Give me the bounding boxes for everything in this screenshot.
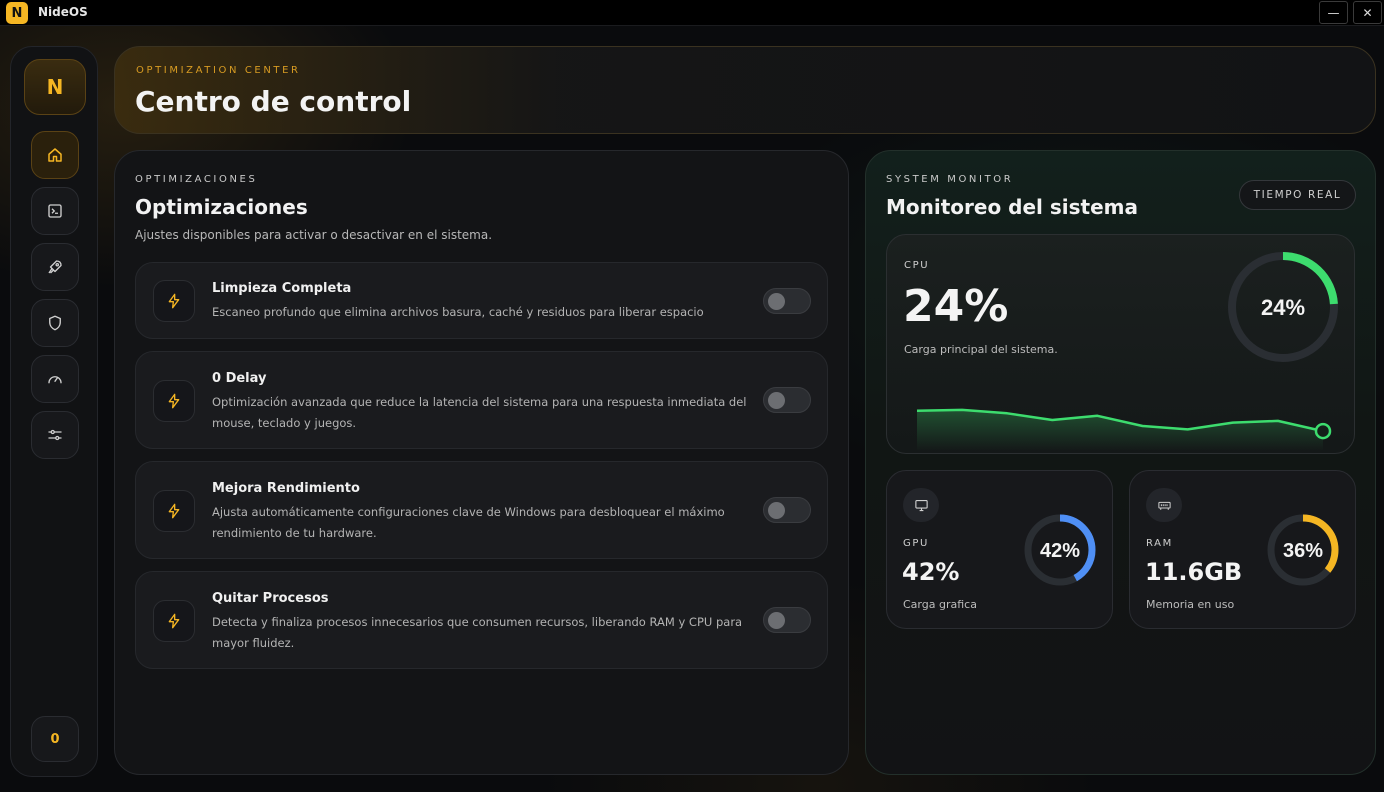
sparkline-current-point xyxy=(1314,422,1332,440)
ram-card: RAM 11.6GB Memoria en uso 36% xyxy=(1129,470,1356,629)
page-title: Centro de control xyxy=(135,85,412,118)
lightning-icon xyxy=(153,280,195,322)
gpu-value: 42% xyxy=(902,558,960,586)
system-monitor-panel: SYSTEM MONITOR Monitoreo del sistema TIE… xyxy=(865,150,1376,775)
sidebar-item-security[interactable] xyxy=(31,299,79,347)
cpu-ring-label: 24% xyxy=(1261,295,1305,320)
cpu-history-sparkline xyxy=(916,408,1332,451)
optimization-card-cleanup: Limpieza Completa Escaneo profundo que e… xyxy=(135,262,828,339)
optimization-card-performance: Mejora Rendimiento Ajusta automáticament… xyxy=(135,461,828,559)
app-logo: N xyxy=(6,2,28,24)
cpu-ring: 24% xyxy=(1228,252,1338,362)
optimization-title: Limpieza Completa xyxy=(212,281,352,296)
optimization-card-delay: 0 Delay Optimización avanzada que reduce… xyxy=(135,351,828,449)
optimization-description: Ajusta automáticamente configuraciones c… xyxy=(212,505,725,540)
lightning-icon xyxy=(153,490,195,532)
ram-value: 11.6GB xyxy=(1145,558,1243,586)
optimization-toggle[interactable] xyxy=(763,607,811,633)
optimizations-panel: OPTIMIZACIONES Optimizaciones Ajustes di… xyxy=(114,150,849,775)
memory-icon xyxy=(1146,488,1182,522)
monitor-icon xyxy=(903,488,939,522)
cpu-value: 24% xyxy=(903,281,1009,332)
optimization-description: Detecta y finaliza procesos innecesarios… xyxy=(212,615,743,650)
terminal-icon xyxy=(48,204,62,218)
cpu-label: CPU xyxy=(904,260,930,271)
sidebar: N 0 xyxy=(10,46,98,777)
page-header: OPTIMIZATION CENTER Centro de control xyxy=(114,46,1376,134)
gpu-subtitle: Carga grafica xyxy=(903,598,977,611)
ram-ring: 36% xyxy=(1267,514,1339,586)
ram-subtitle: Memoria en uso xyxy=(1146,598,1235,611)
gpu-ring: 42% xyxy=(1024,514,1096,586)
optimization-card-processes: Quitar Procesos Detecta y finaliza proce… xyxy=(135,571,828,669)
toggle-knob xyxy=(768,293,785,310)
optimization-title: Quitar Procesos xyxy=(212,591,329,606)
close-button[interactable]: ✕ xyxy=(1353,1,1382,24)
realtime-badge: TIEMPO REAL xyxy=(1239,180,1356,210)
sliders-icon xyxy=(48,429,62,441)
lightning-icon xyxy=(153,380,195,422)
toggle-knob xyxy=(768,392,785,409)
optimization-toggle[interactable] xyxy=(763,288,811,314)
optimization-description: Optimización avanzada que reduce la late… xyxy=(212,395,747,430)
toggle-knob xyxy=(768,612,785,629)
gpu-card: GPU 42% Carga grafica 42% xyxy=(886,470,1113,629)
home-icon xyxy=(48,148,62,162)
optimization-title: Mejora Rendimiento xyxy=(212,481,360,496)
optimization-toggle[interactable] xyxy=(763,387,811,413)
lightning-icon xyxy=(153,600,195,642)
sidebar-logo: N xyxy=(24,59,86,115)
cpu-subtitle: Carga principal del sistema. xyxy=(904,343,1058,356)
sidebar-item-home[interactable] xyxy=(31,131,79,179)
monitor-eyebrow: SYSTEM MONITOR xyxy=(886,174,1014,185)
sidebar-counter-button[interactable]: 0 xyxy=(31,716,79,762)
optimization-description: Escaneo profundo que elimina archivos ba… xyxy=(212,305,704,319)
sidebar-item-boost[interactable] xyxy=(31,243,79,291)
minimize-button[interactable]: — xyxy=(1319,1,1348,24)
gpu-label: GPU xyxy=(903,538,929,549)
title-bar: N NideOS — ✕ xyxy=(0,0,1384,26)
header-eyebrow: OPTIMIZATION CENTER xyxy=(136,65,301,76)
monitor-title: Monitoreo del sistema xyxy=(886,195,1138,219)
app-title: NideOS xyxy=(38,5,88,19)
ram-label: RAM xyxy=(1146,538,1173,549)
optimization-title: 0 Delay xyxy=(212,371,267,386)
ram-ring-label: 36% xyxy=(1283,540,1323,562)
cpu-card: CPU 24% Carga principal del sistema. 24% xyxy=(886,234,1355,454)
speedometer-icon xyxy=(48,376,62,384)
optimizations-title: Optimizaciones xyxy=(135,195,308,219)
optimizations-subtitle: Ajustes disponibles para activar o desac… xyxy=(135,228,493,242)
optimizations-eyebrow: OPTIMIZACIONES xyxy=(135,174,258,185)
toggle-knob xyxy=(768,502,785,519)
gpu-ring-label: 42% xyxy=(1040,540,1080,562)
rocket-icon xyxy=(48,260,62,274)
shield-icon xyxy=(49,315,61,331)
sparkline-area xyxy=(917,409,1323,451)
sidebar-item-terminal[interactable] xyxy=(31,187,79,235)
sidebar-item-settings[interactable] xyxy=(31,411,79,459)
sidebar-item-performance[interactable] xyxy=(31,355,79,403)
optimization-toggle[interactable] xyxy=(763,497,811,523)
